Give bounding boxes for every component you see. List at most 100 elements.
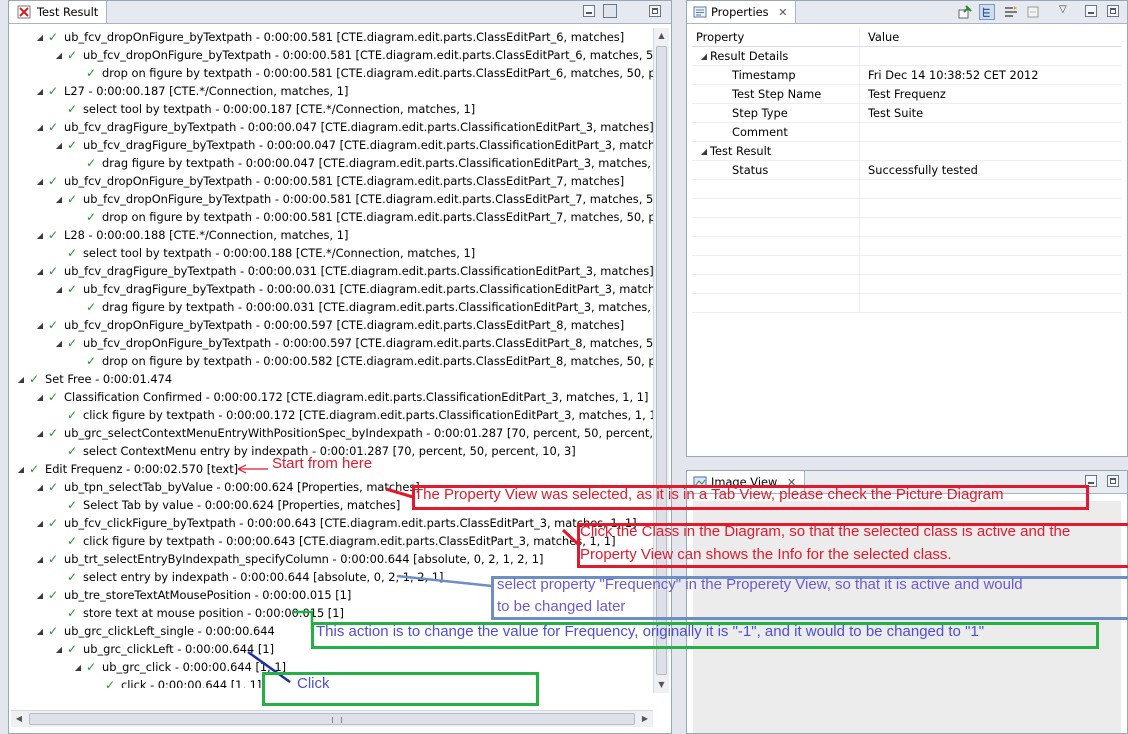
- expand-arrow-icon[interactable]: ◢: [53, 335, 65, 353]
- expand-arrow-icon[interactable]: ◢: [34, 623, 46, 641]
- tree-row[interactable]: ◢ ✓ ub_fcv_dragFigure_byTextpath - 0:00:00…: [34, 262, 653, 280]
- expand-arrow-icon[interactable]: ◢: [34, 587, 46, 605]
- expand-arrow-icon[interactable]: ◢: [34, 119, 46, 137]
- restore-button[interactable]: [603, 4, 617, 18]
- expand-arrow-icon[interactable]: ◢: [53, 137, 65, 155]
- expand-arrow-icon[interactable]: ◢: [34, 425, 46, 443]
- categories-icon[interactable]: [979, 4, 995, 20]
- property-row[interactable]: [692, 256, 1121, 275]
- property-row[interactable]: Timestamp Fri Dec 14 10:38:52 CET 2012: [692, 66, 1121, 85]
- properties-minimize-button[interactable]: [1085, 5, 1097, 17]
- expand-arrow-icon[interactable]: ◢: [15, 371, 27, 389]
- expand-arrow-icon[interactable]: ◢: [34, 479, 46, 497]
- tree-row[interactable]: ◢ ✓ ub_fcv_dropOnFigure_byTextpath - 0:00:…: [34, 172, 624, 190]
- tree-row[interactable]: ◢ ✓ Classification Confirmed - 0:00:00.172…: [34, 388, 649, 407]
- tree-row[interactable]: ◢ ✓ ub_fcv_dropOnFigure_byTextpath - 0:00:…: [53, 46, 653, 64]
- property-row[interactable]: Test Step Name Test Frequenz: [692, 85, 1121, 104]
- property-row[interactable]: [692, 180, 1121, 199]
- column-value[interactable]: Value: [864, 28, 1121, 46]
- tree-row[interactable]: ✓ click - 0:00:00.644 [1, 1]: [91, 676, 261, 688]
- expand-arrow-icon[interactable]: ◢: [53, 47, 65, 65]
- tree-row[interactable]: ◢ ✓ ub_fcv_dragFigure_byTextpath - 0:00:00…: [34, 118, 653, 136]
- tree-row[interactable]: ◢ ✓ L27 - 0:00:00.187 [CTE.*/Connection, m…: [34, 82, 348, 100]
- tree-row[interactable]: ✓ click figure by textpath - 0:00:00.172 …: [53, 406, 653, 424]
- tree-row[interactable]: ◢ ✓ ub_fcv_dropOnFigure_byTextpath - 0:00:…: [53, 190, 653, 208]
- h-scrollbar-thumb[interactable]: [29, 713, 635, 725]
- tree-row[interactable]: ✓ select tool by textpath - 0:00:00.187 […: [53, 100, 475, 118]
- tree-row[interactable]: ✓ drop on figure by textpath - 0:00:00.58…: [72, 208, 653, 226]
- minimize-button[interactable]: [583, 5, 595, 17]
- tree-row[interactable]: ✓ Select Tab by value - 0:00:00.624 [Prop…: [53, 496, 400, 514]
- tree-row[interactable]: ✓ drag figure by textpath - 0:00:00.031 […: [72, 298, 653, 316]
- restore-default-icon[interactable]: [1025, 4, 1041, 20]
- scroll-up-icon[interactable]: ▲: [654, 28, 669, 44]
- view-menu-icon[interactable]: ▽: [1059, 4, 1067, 15]
- property-row[interactable]: [692, 199, 1121, 218]
- property-row[interactable]: Comment: [692, 123, 1121, 142]
- tree-row[interactable]: ◢ ✓ ub_fcv_dragFigure_byTextpath - 0:00:00…: [53, 136, 653, 154]
- expand-arrow-icon[interactable]: ◢: [53, 281, 65, 299]
- scroll-down-icon[interactable]: ▼: [654, 677, 669, 693]
- tree-row[interactable]: ◢ ✓ ub_fcv_dropOnFigure_byTextpath - 0:00:…: [34, 316, 624, 334]
- expand-arrow-icon[interactable]: ◢: [53, 641, 65, 659]
- column-property[interactable]: Property: [692, 28, 860, 46]
- tree-row[interactable]: ◢ ✓ ub_fcv_dropOnFigure_byTextpath - 0:00:…: [34, 28, 624, 46]
- close-icon[interactable]: ✕: [778, 6, 787, 19]
- property-row[interactable]: [692, 275, 1121, 294]
- expand-arrow-icon[interactable]: ◢: [53, 191, 65, 209]
- property-row[interactable]: [692, 237, 1121, 256]
- property-row[interactable]: ◢ Result Details: [692, 47, 1121, 66]
- tree-row[interactable]: ✓ drop on figure by textpath - 0:00:00.58…: [72, 352, 653, 370]
- tree-row[interactable]: ✓ select entry by indexpath - 0:00:00.644…: [53, 568, 443, 586]
- tree-row[interactable]: ✓ store text at mouse position - 0:00:00.…: [53, 604, 344, 622]
- annotation-select-property-line1: select property "Frequency" in the Prope…: [497, 576, 1023, 593]
- property-row[interactable]: Status Successfully tested: [692, 161, 1121, 180]
- expand-arrow-icon[interactable]: ◢: [34, 173, 46, 191]
- check-icon: ✓: [47, 426, 59, 440]
- property-row[interactable]: ◢ Test Result: [692, 142, 1121, 161]
- expand-arrow-icon[interactable]: ◢: [15, 461, 27, 479]
- tree-row[interactable]: ✓ drop on figure by textpath - 0:00:00.58…: [72, 64, 653, 82]
- properties-maximize-button[interactable]: [1107, 5, 1119, 17]
- expand-arrow-icon[interactable]: ◢: [34, 317, 46, 335]
- check-icon: ✓: [66, 336, 78, 350]
- pin-icon[interactable]: [957, 4, 973, 20]
- expand-arrow-icon[interactable]: ◢: [34, 227, 46, 245]
- expand-arrow-icon[interactable]: ◢: [34, 263, 46, 281]
- scroll-right-icon[interactable]: ▶: [637, 711, 653, 727]
- tree-row[interactable]: ◢ ✓ ub_fcv_clickFigure_byTextpath - 0:00:0…: [34, 514, 637, 532]
- tab-properties[interactable]: Properties ✕: [687, 1, 797, 23]
- tree-row[interactable]: ◢ ✓ ub_grc_clickLeft - 0:00:00.644 [1]: [53, 640, 274, 658]
- tree-row[interactable]: ✓ click figure by textpath - 0:00:00.643 …: [53, 532, 616, 550]
- tree-row[interactable]: ◢ ✓ ub_fcv_dropOnFigure_byTextpath - 0:00:…: [53, 334, 653, 352]
- tree-row[interactable]: ◢ ✓ L28 - 0:00:00.188 [CTE.*/Connection, m…: [34, 226, 348, 244]
- expand-arrow-icon[interactable]: ◢: [698, 48, 710, 66]
- expand-arrow-icon[interactable]: ◢: [34, 515, 46, 533]
- expand-arrow-icon[interactable]: ◢: [34, 29, 46, 47]
- tree-row[interactable]: ◢ ✓ ub_grc_click - 0:00:00.644 [1, 1]: [72, 658, 286, 676]
- tree-row[interactable]: ◢ ✓ ub_grc_clickLeft_single - 0:00:00.644: [34, 622, 275, 640]
- image-view-maximize-button[interactable]: [1107, 475, 1119, 487]
- tree-row[interactable]: ✓ select tool by textpath - 0:00:00.188 […: [53, 244, 475, 262]
- property-row[interactable]: Step Type Test Suite: [692, 104, 1121, 123]
- filter-icon[interactable]: [1003, 4, 1019, 20]
- tree-row[interactable]: ◢ ✓ ub_tpn_selectTab_byValue - 0:00:00.624…: [34, 478, 420, 496]
- property-row[interactable]: [692, 218, 1121, 237]
- tree-row[interactable]: ◢ ✓ ub_fcv_dragFigure_byTextpath - 0:00:00…: [53, 280, 653, 298]
- tab-test-result[interactable]: Test Result: [9, 1, 108, 23]
- tree-row[interactable]: ◢ ✓ ub_trt_selectEntryByIndexpath_specifyC…: [34, 550, 544, 569]
- maximize-button[interactable]: [649, 5, 661, 17]
- expand-arrow-icon[interactable]: ◢: [698, 143, 710, 161]
- expand-arrow-icon[interactable]: ◢: [34, 83, 46, 101]
- tree-row[interactable]: ◢ ✓ ub_tre_storeTextAtMousePosition - 0:00…: [34, 586, 351, 604]
- tree-row[interactable]: ✓ drag figure by textpath - 0:00:00.047 […: [72, 154, 653, 172]
- expand-arrow-icon[interactable]: ◢: [34, 551, 46, 569]
- tree-row[interactable]: ◢ ✓ ub_grc_selectContextMenuEntryWithPosit…: [34, 424, 653, 442]
- tree-row[interactable]: ◢ ✓ Set Free - 0:00:01.474: [15, 370, 172, 388]
- expand-arrow-icon[interactable]: ◢: [72, 659, 84, 677]
- property-row[interactable]: [692, 294, 1121, 313]
- scroll-left-icon[interactable]: ◀: [11, 711, 27, 727]
- expand-arrow-icon[interactable]: ◢: [34, 389, 46, 407]
- horizontal-scrollbar[interactable]: ◀ ▶: [11, 710, 653, 727]
- tree-row[interactable]: ◢ ✓ Edit Frequenz - 0:00:02.570 [text]: [15, 460, 238, 478]
